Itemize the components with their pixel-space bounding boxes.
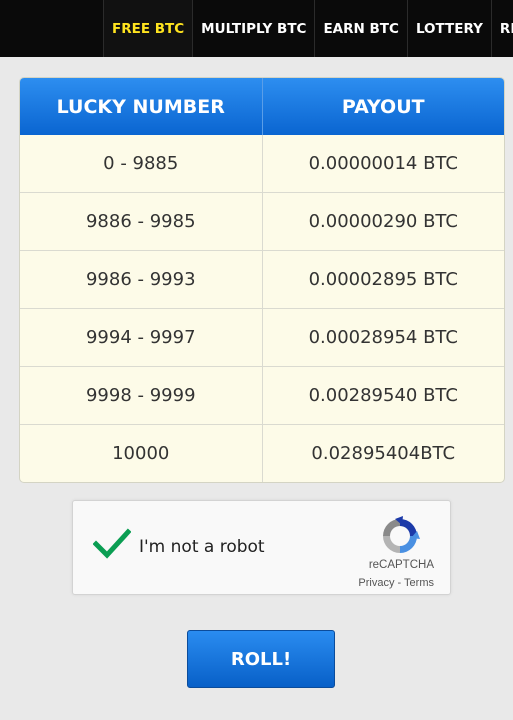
payout-cell: 0.00002895 BTC — [261, 251, 505, 308]
nav-multiply-btc[interactable]: MULTIPLY BTC — [192, 0, 314, 57]
table-row: 10000 0.02895404BTC — [20, 424, 504, 482]
column-header-payout: PAYOUT — [261, 78, 505, 135]
checkmark-icon — [92, 528, 132, 559]
table-body: 0 - 9885 0.00000014 BTC 9886 - 9985 0.00… — [20, 135, 504, 482]
roll-button[interactable]: ROLL! — [187, 630, 335, 688]
table-row: 9986 - 9993 0.00002895 BTC — [20, 250, 504, 308]
nav-rewards[interactable]: RE — [490, 0, 513, 57]
lucky-number-cell: 9886 - 9985 — [85, 211, 196, 232]
payout-cell: 0.00289540 BTC — [261, 367, 505, 424]
privacy-link[interactable]: Privacy — [358, 577, 394, 589]
recaptcha-checkbox[interactable] — [92, 527, 132, 561]
link-separator: - — [394, 577, 405, 589]
nav-free-btc[interactable]: FREE BTC — [103, 0, 193, 57]
recaptcha-widget: I'm not a robot reCAPTCHA Privacy - Term… — [72, 500, 451, 595]
payout-cell: 0.00028954 BTC — [261, 309, 505, 366]
column-header-lucky-number: LUCKY NUMBER — [56, 95, 225, 118]
table-row: 0 - 9885 0.00000014 BTC — [20, 135, 504, 192]
recaptcha-brand: reCAPTCHA — [368, 559, 434, 571]
recaptcha-label: I'm not a robot — [139, 537, 265, 557]
lucky-number-cell: 10000 — [112, 443, 170, 464]
top-nav-bar: FREE BTC MULTIPLY BTC EARN BTC LOTTERY R… — [0, 0, 513, 57]
payout-table: LUCKY NUMBER PAYOUT 0 - 9885 0.00000014 … — [19, 77, 505, 483]
table-header: LUCKY NUMBER PAYOUT — [20, 78, 504, 135]
lucky-number-cell: 9986 - 9993 — [85, 269, 196, 290]
lucky-number-cell: 0 - 9885 — [103, 153, 179, 174]
recaptcha-links: Privacy - Terms — [358, 577, 434, 589]
table-row: 9994 - 9997 0.00028954 BTC — [20, 308, 504, 366]
payout-cell: 0.00000290 BTC — [261, 193, 505, 250]
recaptcha-logo-icon — [383, 516, 420, 553]
table-row: 9998 - 9999 0.00289540 BTC — [20, 366, 504, 424]
main-nav: FREE BTC MULTIPLY BTC EARN BTC LOTTERY R… — [103, 0, 513, 57]
lucky-number-cell: 9994 - 9997 — [85, 327, 196, 348]
payout-cell: 0.00000014 BTC — [261, 135, 505, 192]
terms-link[interactable]: Terms — [404, 577, 434, 589]
nav-lottery[interactable]: LOTTERY — [406, 0, 491, 57]
lucky-number-cell: 9998 - 9999 — [85, 385, 196, 406]
payout-cell: 0.02895404BTC — [261, 425, 505, 482]
nav-earn-btc[interactable]: EARN BTC — [314, 0, 406, 57]
table-row: 9886 - 9985 0.00000290 BTC — [20, 192, 504, 250]
